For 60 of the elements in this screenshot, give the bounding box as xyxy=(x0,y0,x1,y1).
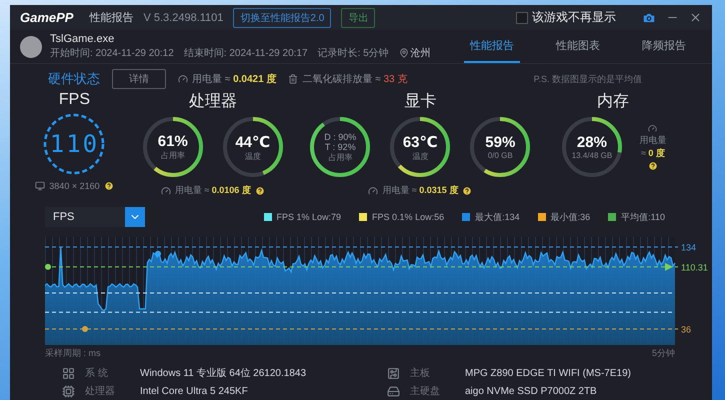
spec-label: 主板 xyxy=(410,366,431,380)
gauge-value: 28% xyxy=(576,134,607,151)
spec-value: Intel Core Ultra 5 245KF xyxy=(140,386,248,396)
gauge-label: 13.4/48 GB xyxy=(572,151,612,160)
gauge-value: T : 92% xyxy=(324,142,356,152)
gauge-value: 63℃ xyxy=(402,132,438,150)
legend-item: FPS 0.1% Low:56 xyxy=(359,210,444,224)
co2-emission: 二氧化碳排放量 ≈ 33 克 xyxy=(302,72,408,86)
metric-dropdown[interactable]: FPS xyxy=(45,207,145,227)
resolution-text: 3840 × 2160 xyxy=(49,181,100,191)
legend-item: FPS 1% Low:79 xyxy=(264,210,342,224)
location-text: 沧州 xyxy=(410,46,431,60)
legend-item: 最大值:134 xyxy=(462,210,520,224)
axis-label: 采样周期 : ms xyxy=(45,347,100,360)
gauge-label: 占用率 xyxy=(160,150,185,161)
section-heading: 内存 xyxy=(596,92,629,112)
export-button[interactable]: 导出 xyxy=(341,8,376,28)
power-usage: 用电量 ≈ 0.0421 度 xyxy=(192,72,276,86)
power-usage: 用电量 ≈ 0 度 xyxy=(638,124,667,170)
gauge-label: 温度 xyxy=(244,150,261,162)
gauge-label: 温度 xyxy=(412,150,428,162)
power-usage: 用电量 ≈ 0.0315 度 xyxy=(382,184,458,197)
reference-value: 110.31 xyxy=(681,262,708,272)
axis-label: 5分钟 xyxy=(652,347,675,360)
legend-item: 最小值:36 xyxy=(538,210,590,224)
spec-label: 系 统 xyxy=(85,366,109,380)
start-time: 开始时间: 2024-11-29 20:12 xyxy=(50,46,174,60)
section-heading: FPS xyxy=(58,91,90,109)
hide-game-checkbox[interactable]: 该游戏不再显示 xyxy=(516,9,616,26)
reference-value: 36 xyxy=(681,324,692,334)
gauge-value: D : 90% xyxy=(324,132,356,142)
switch-button[interactable]: 切换至性能报告2.0 xyxy=(233,8,332,28)
window-title: 性能报告 xyxy=(89,10,134,25)
legend-item: 平均值:110 xyxy=(608,210,665,224)
section-heading: 处理器 xyxy=(188,92,237,112)
details-button[interactable]: 详情 xyxy=(112,69,166,89)
tab[interactable]: 性能图表 xyxy=(550,30,606,63)
game-name: TslGame.exe xyxy=(50,33,116,45)
end-time: 结束时间: 2024-11-29 20:17 xyxy=(184,46,308,60)
gauge-label: 0/0 GB xyxy=(488,151,513,160)
gauge-label: 占用率 xyxy=(328,152,352,162)
spec-value: MPG Z890 EDGE TI WIFI (MS-7E19) xyxy=(465,368,631,378)
fps-value: 110 xyxy=(50,130,100,158)
tab[interactable]: 降频报告 xyxy=(636,30,692,63)
app-logo: GamePP xyxy=(20,10,74,25)
tab[interactable]: 性能报告 xyxy=(464,30,520,63)
average-note: P.S. 数据图显示的是平均值 xyxy=(534,72,642,86)
spec-value: Windows 11 专业版 64位 26120.1843 xyxy=(140,366,306,380)
gauge-value: 59% xyxy=(485,134,516,151)
spec-label: 主硬盘 xyxy=(410,384,441,398)
version-text: V 5.3.2498.1101 xyxy=(143,12,224,24)
duration-text: 记录时长: 5分钟 xyxy=(318,46,389,60)
section-heading: 显卡 xyxy=(404,92,436,112)
section-title: 硬件状态 xyxy=(48,70,100,88)
gauge-value: 61% xyxy=(158,133,188,150)
spec-value: aigo NVMe SSD P7000Z 2TB xyxy=(465,386,597,396)
gauge-value: 44℃ xyxy=(235,132,270,150)
reference-value: 134 xyxy=(681,242,696,252)
spec-label: 处理器 xyxy=(85,384,116,398)
power-usage: 用电量 ≈ 0.0106 度 xyxy=(174,184,251,197)
